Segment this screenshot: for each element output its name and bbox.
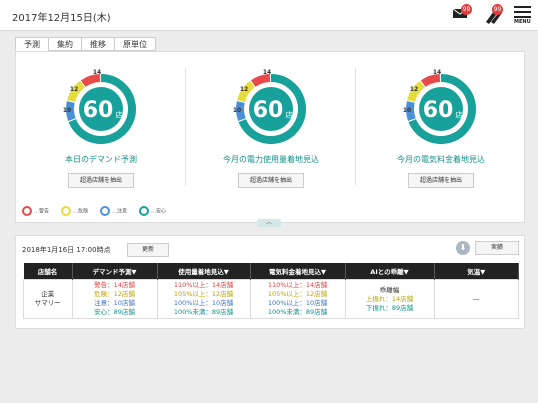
legend-yellow-marker — [61, 206, 72, 216]
donut-chart: 60 店 14 12 10 — [403, 69, 476, 144]
donut-chart: 60 店 14 12 10 — [63, 69, 136, 144]
tab-trend[interactable]: 推移 — [81, 37, 114, 51]
segment-label-red: 14 — [263, 69, 271, 76]
legend-warning: …警告 — [22, 206, 49, 216]
mail-badge: 99 — [461, 4, 472, 15]
donut-unit: 店 — [286, 110, 293, 119]
donut-chart: 60 店 14 12 10 — [233, 69, 306, 144]
legend-red-marker — [22, 206, 32, 216]
actual-button[interactable]: 実績 — [475, 241, 519, 255]
as-of-timestamp: 2018年1月16日 17:00時点 — [22, 246, 111, 254]
tab-forecast[interactable]: 予測 — [15, 37, 48, 51]
gauge-title: 本日のデマンド予測 — [65, 155, 137, 164]
col-cost[interactable]: 電気料金着地見込▼ — [250, 263, 346, 280]
col-demand[interactable]: デマンド予測▼ — [72, 263, 158, 280]
legend-caution: …注意 — [100, 206, 127, 216]
mail-button[interactable]: 99 — [452, 4, 472, 24]
collapse-toggle[interactable]: ︿ — [257, 219, 281, 227]
segment-label-red: 14 — [93, 69, 101, 76]
temp-cell: ― — [433, 279, 519, 319]
ai-cell: 乖離幅 上振れ：14店舗 下振れ：89店舗 — [344, 279, 435, 319]
col-store: 店舗名 — [23, 263, 73, 280]
alert-button[interactable]: 99 — [483, 4, 503, 28]
demand-cell: 警告：14店舗 危険：12店舗 注意：10店舗 安心：89店舗 — [71, 279, 158, 319]
summary-panel: 2018年1月16日 17:00時点 更新 ⬇ 実績 店舗名 デマンド予測▼ 使… — [15, 235, 525, 329]
segment-label-yellow: 12 — [410, 86, 418, 93]
legend: …警告 …危険 …注意 …安心 — [22, 206, 166, 216]
gauge-cost: 60 店 14 12 10 今月の電気料金着地見込超過店舗を抽出 — [356, 52, 526, 192]
donut-value: 60 — [253, 98, 284, 123]
current-date: 2017年12月15日(木) — [12, 13, 111, 24]
extract-exceeding-stores-button[interactable]: 超過店舗を抽出 — [238, 173, 304, 188]
legend-danger: …危険 — [61, 206, 88, 216]
legend-teal-marker — [139, 206, 150, 216]
segment-label-yellow: 12 — [70, 86, 78, 93]
gauge-title: 今月の電気料金着地見込 — [397, 155, 485, 164]
donut-unit: 店 — [456, 110, 463, 119]
download-button[interactable]: ⬇ — [456, 241, 470, 255]
donut-unit: 店 — [116, 110, 123, 119]
donut-value: 60 — [83, 98, 114, 123]
menu-label: MENU — [514, 19, 531, 25]
update-button[interactable]: 更新 — [127, 243, 169, 257]
hamburger-icon — [514, 6, 531, 18]
col-usage[interactable]: 使用量着地見込▼ — [157, 263, 251, 280]
cost-cell: 110%以上：14店舗 105%以上：12店舗 100%以上：10店舗 100%… — [249, 279, 346, 319]
donut-value: 60 — [423, 98, 454, 123]
col-temp[interactable]: 気温▼ — [434, 263, 519, 280]
segment-label-blue: 10 — [403, 107, 411, 114]
extract-exceeding-stores-button[interactable]: 超過店舗を抽出 — [408, 173, 474, 188]
tab-aggregate[interactable]: 集約 — [48, 37, 81, 51]
col-ai[interactable]: AIとの乖離▼ — [345, 263, 435, 280]
legend-blue-marker — [100, 206, 111, 216]
segment-label-yellow: 12 — [240, 86, 248, 93]
usage-cell: 110%以上：14店舗 105%以上：12店舗 100%以上：10店舗 100%… — [156, 279, 251, 319]
summary-table: 店舗名 デマンド予測▼ 使用量着地見込▼ 電気料金着地見込▼ AIとの乖離▼ 気… — [23, 263, 519, 319]
gauge-demand: 60 店 14 12 10 本日のデマンド予測超過店舗を抽出 — [16, 52, 186, 192]
gauge-usage: 60 店 14 12 10 今月の電力使用量着地見込超過店舗を抽出 — [186, 52, 356, 192]
chevron-up-icon: ︿ — [265, 219, 272, 226]
table-header-row: 店舗名 デマンド予測▼ 使用量着地見込▼ 電気料金着地見込▼ AIとの乖離▼ 気… — [23, 263, 519, 280]
alert-badge: 99 — [492, 4, 503, 15]
store-cell: 企業 サマリー — [23, 279, 73, 319]
download-icon: ⬇ — [459, 243, 467, 252]
table-row: 企業 サマリー 警告：14店舗 危険：12店舗 注意：10店舗 安心：89店舗 … — [23, 279, 519, 319]
segment-label-red: 14 — [433, 69, 441, 76]
segment-label-blue: 10 — [233, 107, 241, 114]
donut-segment-warning — [250, 74, 271, 88]
donut-segment-warning — [420, 74, 441, 88]
top-bar: 2017年12月15日(木) 99 99 MENU — [0, 0, 538, 31]
extract-exceeding-stores-button[interactable]: 超過店舗を抽出 — [68, 173, 134, 188]
gauge-title: 今月の電力使用量着地見込 — [223, 155, 319, 164]
tab-unit[interactable]: 原単位 — [114, 37, 156, 51]
donut-segment-warning — [80, 74, 101, 88]
tab-bar: 予測 集約 推移 原単位 — [15, 37, 156, 51]
segment-label-blue: 10 — [63, 107, 71, 114]
forecast-panel: 60 店 14 12 10 本日のデマンド予測 超過店舗を抽出 60 店 14 12 10 今月の電力… — [15, 51, 525, 223]
legend-safe: …安心 — [139, 206, 166, 216]
